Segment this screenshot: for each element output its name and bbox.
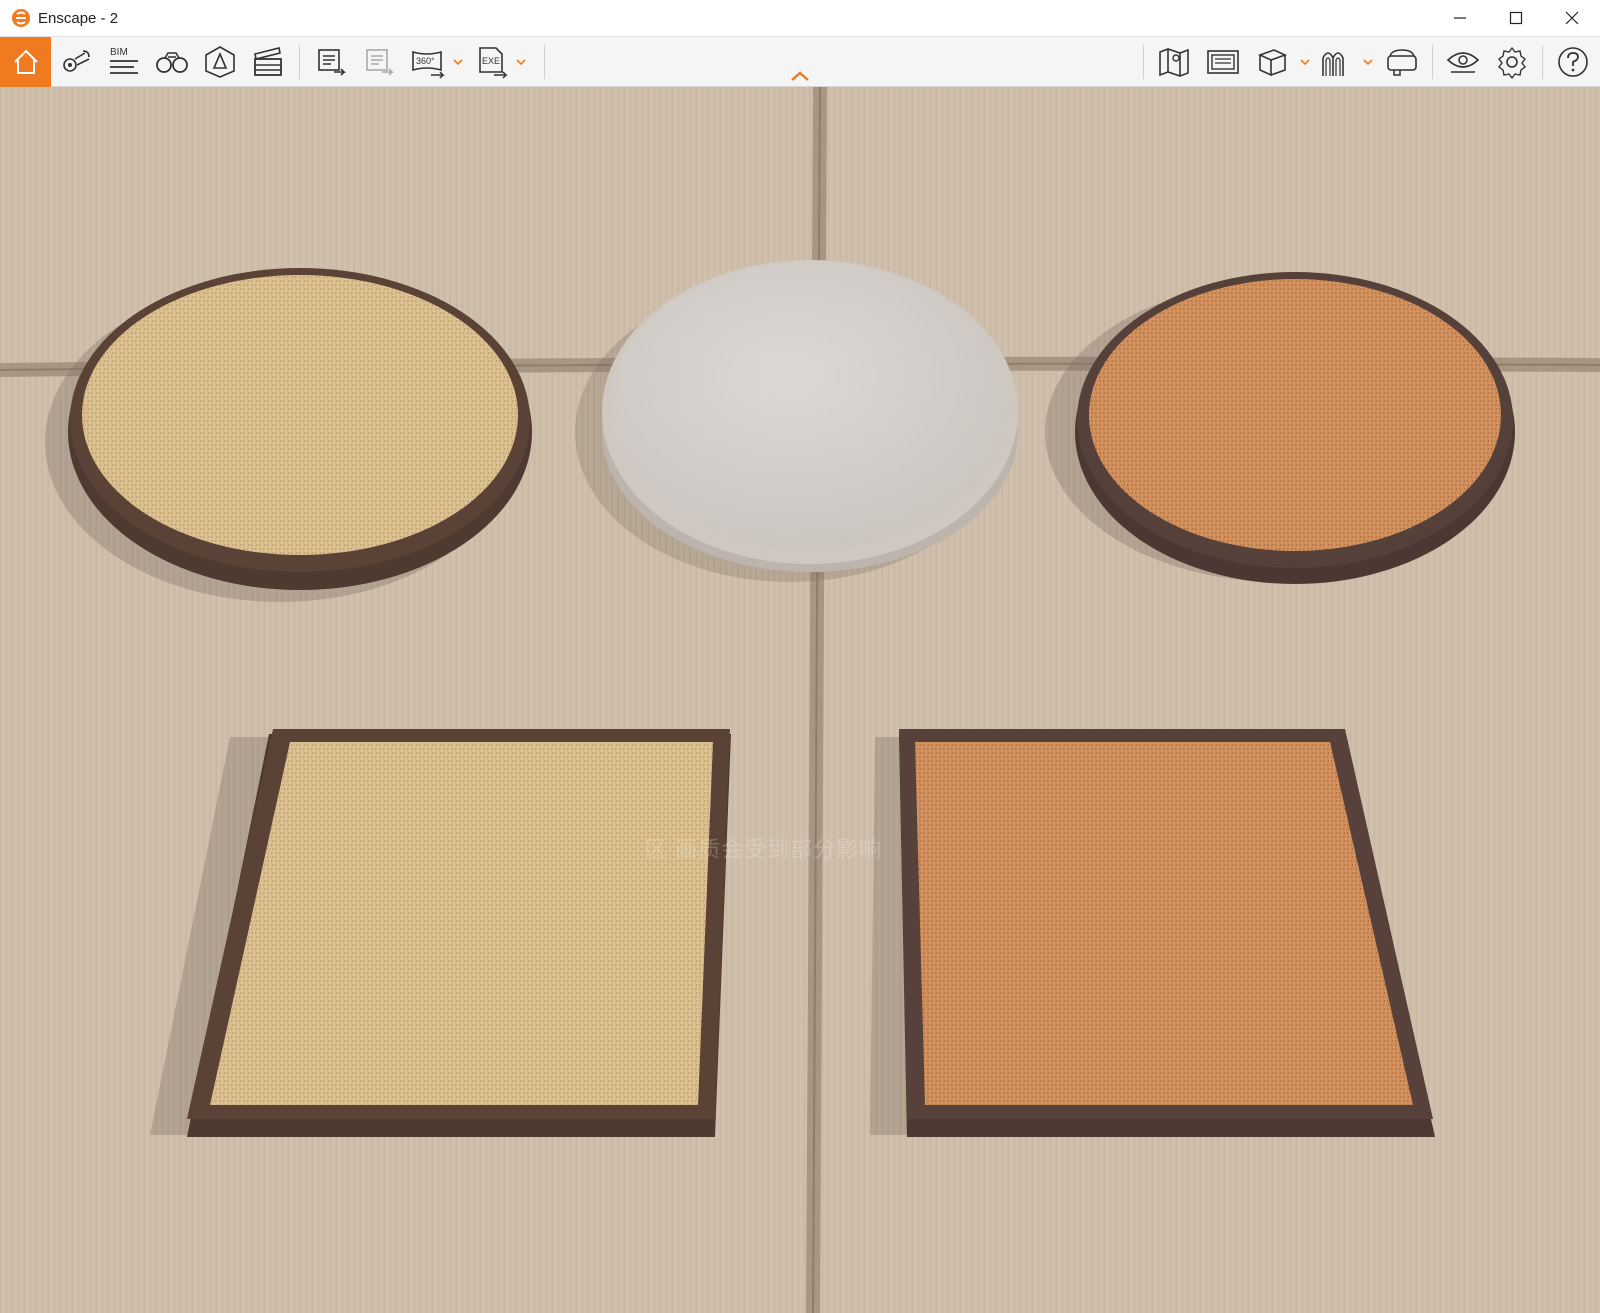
panorama-button[interactable]: 360° (406, 40, 450, 84)
chevron-down-icon (516, 59, 526, 66)
batch-render-icon (318, 49, 346, 76)
video-editor-button[interactable] (246, 40, 290, 84)
views-button[interactable] (54, 40, 98, 84)
panorama-label: 360° (416, 56, 435, 66)
home-icon (13, 49, 38, 74)
visibility-button[interactable] (1441, 40, 1485, 84)
round-cushion-beige-weave[interactable] (68, 268, 532, 590)
map-pin-views-icon (63, 50, 90, 72)
screenshot-icon (1207, 50, 1239, 74)
square-cushion-beige-weave[interactable] (187, 729, 731, 1137)
round-cushion-grey-fabric[interactable] (602, 260, 1018, 572)
view-cube-dropdown[interactable] (1299, 55, 1311, 69)
export-exe-dropdown[interactable] (515, 55, 527, 69)
render-viewport[interactable]: 区 画质会受到部分影响 (0, 87, 1600, 1313)
gear-icon (1498, 46, 1526, 80)
bim-icon: BIM (110, 47, 138, 74)
bim-button[interactable]: BIM (102, 40, 146, 84)
bim-label: BIM (110, 47, 128, 58)
visual-settings-button[interactable] (150, 40, 194, 84)
title-bar: Enscape - 2 (0, 0, 1600, 36)
vr-headset-icon (1387, 49, 1417, 76)
arches-icon (1322, 52, 1344, 76)
round-cushion-orange-weave[interactable] (1075, 272, 1515, 584)
map-icon (1159, 48, 1189, 77)
minimize-icon (1454, 17, 1466, 19)
web-export-icon (366, 49, 394, 76)
maximize-icon (1509, 11, 1523, 25)
asset-library-icon (205, 46, 235, 78)
chevron-up-icon (791, 71, 809, 81)
panorama-dropdown[interactable] (452, 55, 464, 69)
maximize-button[interactable] (1488, 0, 1544, 36)
exe-export-icon: EXE (479, 47, 508, 79)
web-standalone-button[interactable] (358, 40, 402, 84)
enscape-logo-icon (10, 7, 32, 29)
main-toolbar: BIM 360° EXE (0, 36, 1600, 87)
chevron-down-icon (1300, 59, 1310, 66)
watermark-text: 区 画质会受到部分影响 (645, 837, 883, 862)
close-icon (1565, 11, 1579, 25)
batch-render-button[interactable] (310, 40, 354, 84)
help-button[interactable] (1551, 40, 1595, 84)
export-exe-button[interactable]: EXE (470, 40, 514, 84)
minimap-button[interactable] (1152, 40, 1196, 84)
chevron-down-icon (453, 59, 463, 66)
binoculars-icon (156, 52, 188, 73)
collapse-toolbar-button[interactable] (788, 67, 812, 85)
panorama-icon: 360° (412, 50, 445, 79)
square-cushion-orange-weave[interactable] (899, 729, 1435, 1137)
help-icon (1558, 47, 1588, 77)
window-title: Enscape - 2 (38, 9, 119, 27)
exe-label: EXE (482, 56, 500, 66)
chevron-down-icon (1363, 59, 1373, 66)
sun-path-dropdown[interactable] (1362, 55, 1374, 69)
asset-library-button[interactable] (198, 40, 242, 84)
vr-headset-button[interactable] (1380, 40, 1424, 84)
view-cube-button[interactable] (1250, 40, 1294, 84)
sun-path-button[interactable] (1314, 40, 1358, 84)
close-button[interactable] (1544, 0, 1600, 36)
clapperboard-icon (254, 47, 282, 76)
cube-icon (1257, 49, 1288, 77)
settings-button[interactable] (1490, 40, 1534, 84)
eye-icon (1446, 52, 1480, 73)
screenshot-button[interactable] (1201, 40, 1245, 84)
home-button[interactable] (0, 37, 51, 87)
minimize-button[interactable] (1432, 0, 1488, 36)
